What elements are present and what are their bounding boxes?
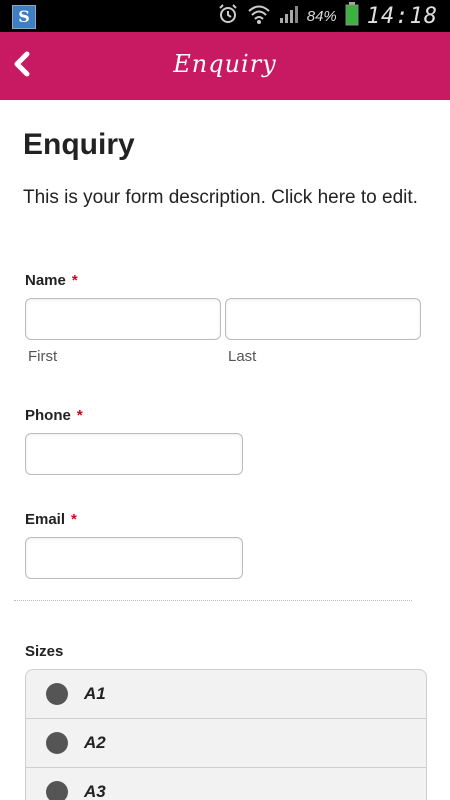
radio-button[interactable] bbox=[46, 781, 68, 800]
email-label-text: Email bbox=[25, 511, 66, 528]
form-title: Enquiry bbox=[23, 128, 135, 161]
required-mark: * bbox=[71, 511, 77, 528]
form-content: Enquiry This is your form description. C… bbox=[0, 100, 450, 800]
app-bar-title: Enquiry bbox=[173, 50, 277, 78]
size-option-label: A1 bbox=[84, 684, 106, 703]
sizes-label: Sizes bbox=[25, 643, 64, 660]
battery-percent: 84% bbox=[306, 7, 337, 25]
form-description[interactable]: This is your form description. Click her… bbox=[23, 186, 423, 210]
last-sublabel: Last bbox=[228, 348, 257, 365]
clock-time: 14:18 bbox=[366, 3, 438, 29]
last-name-input[interactable] bbox=[225, 298, 421, 340]
size-option-a2[interactable]: A2 bbox=[26, 719, 426, 768]
required-mark: * bbox=[76, 407, 83, 424]
email-label: Email * bbox=[25, 511, 77, 528]
sizes-radio-group: A1 A2 A3 bbox=[25, 669, 427, 800]
first-sublabel: First bbox=[28, 348, 58, 365]
battery-icon bbox=[345, 1, 359, 31]
radio-button[interactable] bbox=[46, 732, 68, 754]
size-option-a3[interactable]: A3 bbox=[26, 768, 426, 800]
phone-input[interactable] bbox=[25, 433, 243, 475]
phone-label: Phone * bbox=[25, 407, 83, 424]
required-mark: * bbox=[71, 272, 78, 289]
name-label-text: Name bbox=[25, 272, 66, 289]
section-divider bbox=[14, 600, 412, 601]
app-notification-icon: S bbox=[12, 5, 36, 29]
radio-button[interactable] bbox=[46, 683, 68, 705]
status-bar: S 84% 14:18 bbox=[0, 0, 450, 32]
signal-icon bbox=[279, 4, 299, 29]
size-option-label: A3 bbox=[84, 782, 106, 800]
alarm-icon bbox=[217, 3, 239, 30]
size-option-label: A2 bbox=[84, 733, 106, 752]
phone-label-text: Phone bbox=[25, 407, 71, 424]
status-bar-right: 84% 14:18 bbox=[217, 0, 438, 32]
wifi-icon bbox=[247, 3, 271, 30]
size-option-a1[interactable]: A1 bbox=[26, 670, 426, 719]
first-name-input[interactable] bbox=[25, 298, 221, 340]
email-input[interactable] bbox=[25, 537, 243, 579]
name-label: Name * bbox=[25, 272, 78, 289]
app-bar: Enquiry bbox=[0, 32, 450, 100]
